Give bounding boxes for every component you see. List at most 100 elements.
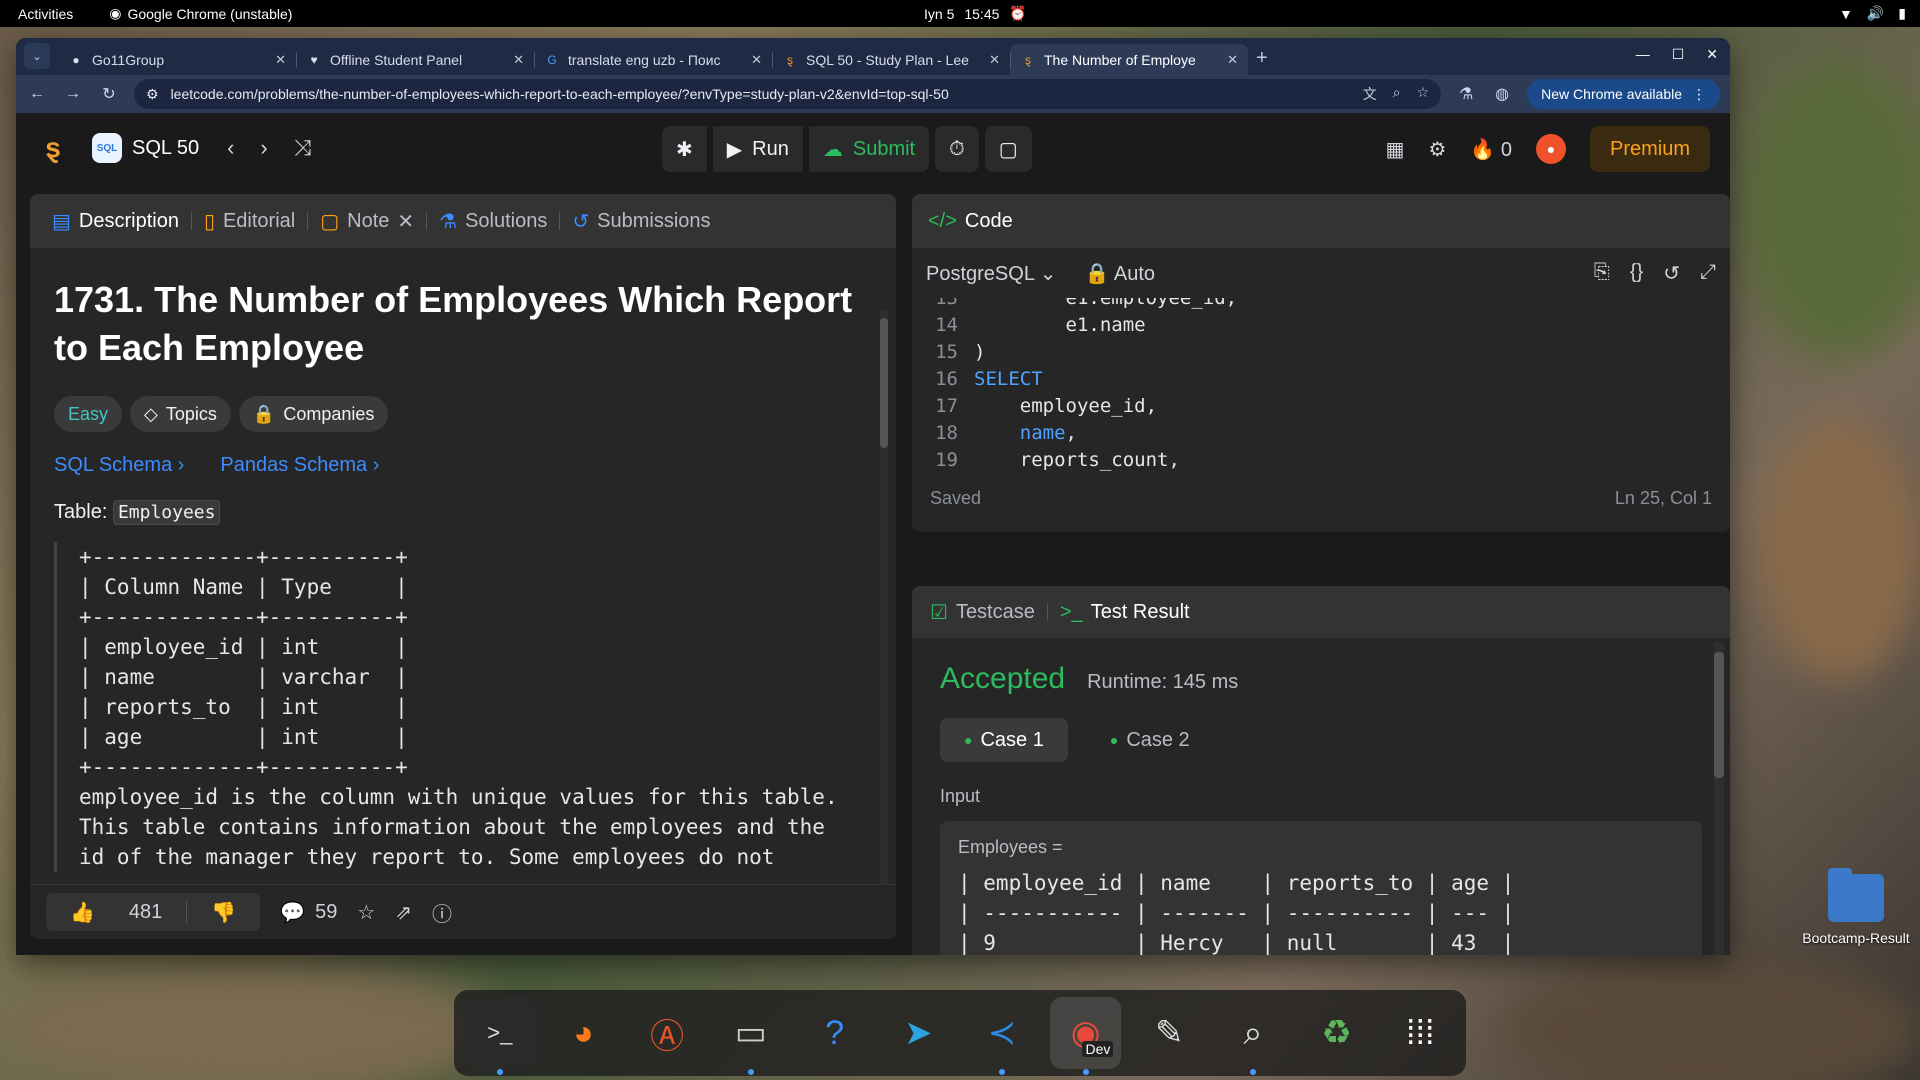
firefox-icon[interactable]: ◕	[548, 997, 620, 1069]
question-tags: Easy ◇ Topics 🔒 Companies	[54, 396, 872, 432]
format-braces-icon[interactable]: {}	[1630, 261, 1643, 286]
tab-close-icon[interactable]: ✕	[1227, 52, 1238, 68]
tab-go11group[interactable]: ● Go11Group ✕	[58, 44, 296, 75]
address-bar[interactable]: ⚙ leetcode.com/problems/the-number-of-em…	[134, 79, 1442, 109]
reload-icon[interactable]: ↻	[98, 84, 120, 104]
share-icon[interactable]: ⇗	[395, 900, 412, 925]
tab-search-button[interactable]: ⌄	[24, 43, 50, 69]
tab-submissions[interactable]: ↺ Submissions	[572, 209, 710, 234]
translate-icon[interactable]: 文	[1363, 84, 1377, 104]
activities-button[interactable]: Activities	[18, 6, 73, 22]
like-button[interactable]: 👍 481	[46, 900, 186, 925]
prev-question-icon[interactable]: ‹	[227, 135, 234, 161]
companies-button[interactable]: 🔒 Companies	[238, 396, 389, 432]
telegram-icon[interactable]: ➤	[882, 997, 954, 1069]
tab-editorial[interactable]: ▯ Editorial	[204, 209, 295, 234]
streak[interactable]: 🔥 0	[1470, 137, 1512, 162]
system-tray[interactable]: ▼ 🔊 ▮	[1839, 5, 1906, 22]
tab-close-icon[interactable]: ✕	[989, 52, 1000, 68]
site-info-icon[interactable]: ⚙	[146, 86, 159, 103]
code-text: e1.name	[974, 313, 1146, 336]
chrome-dev-icon[interactable]: ◉ Dev	[1049, 997, 1122, 1075]
help-icon[interactable]: ?	[799, 997, 871, 1069]
trash-icon[interactable]: ♻	[1301, 997, 1373, 1069]
fullscreen-icon[interactable]: ⤢	[1700, 261, 1716, 286]
pandas-schema-link[interactable]: Pandas Schema ›	[220, 454, 379, 477]
timer-button[interactable]: ⏱	[935, 126, 979, 172]
bookmark-icon[interactable]: ⎘	[1594, 261, 1610, 286]
topics-button[interactable]: ◇ Topics	[130, 396, 231, 432]
code-text: reports_count,	[974, 448, 1180, 471]
tab-testcase[interactable]: ☑ Testcase	[930, 600, 1035, 625]
avatar[interactable]: ●	[1535, 134, 1566, 164]
tab-note[interactable]: ▢ Note ✕	[320, 209, 414, 234]
close-tab-icon[interactable]: ✕	[397, 209, 414, 234]
random-question-icon[interactable]: ⤨	[294, 135, 312, 161]
profile-icon[interactable]: ◍	[1491, 84, 1513, 104]
case-1-tab[interactable]: ● Case 1	[940, 718, 1068, 762]
tab-description[interactable]: ▤ Description	[52, 209, 179, 234]
minimize-icon[interactable]: —	[1636, 46, 1650, 63]
premium-button[interactable]: Premium	[1589, 126, 1710, 172]
dislike-button[interactable]: 👎	[187, 900, 260, 925]
favorite-star-icon[interactable]: ☆	[357, 900, 375, 925]
next-question-icon[interactable]: ›	[260, 135, 267, 161]
action-bar: ✱ ▶ Run ☁ Submit ⏱ ▢	[662, 126, 1032, 172]
app-menu[interactable]: ◉ Google Chrome (unstable)	[109, 5, 292, 22]
result-scrollbar[interactable]	[1714, 642, 1724, 955]
runtime: Runtime: 145 ms	[1087, 671, 1239, 693]
debug-button[interactable]: ✱	[662, 126, 707, 172]
labs-flask-icon[interactable]: ⚗	[1455, 84, 1477, 104]
vscode-icon[interactable]: ≺	[966, 997, 1038, 1075]
bookmark-star-icon[interactable]: ☆	[1417, 84, 1430, 104]
tab-close-icon[interactable]: ✕	[513, 52, 524, 68]
desktop-folder[interactable]: Bootcamp-Result	[1796, 868, 1916, 946]
tab-close-icon[interactable]: ✕	[275, 52, 286, 68]
tab-solutions[interactable]: ⚗ Solutions	[439, 209, 547, 234]
description-scrollbar[interactable]	[880, 310, 888, 884]
close-icon[interactable]: ✕	[1706, 46, 1718, 63]
table-label: Table: Employees	[54, 500, 872, 525]
problem-list-link[interactable]: SQL SQL 50	[92, 133, 199, 163]
reset-icon[interactable]: ↺	[1663, 261, 1680, 286]
text-editor-icon[interactable]: ✎	[1133, 997, 1205, 1069]
code-editor[interactable]: 13 e1.employee_id,14 e1.name15)16SELECT1…	[912, 298, 1730, 478]
terminal-icon[interactable]: >_	[464, 997, 536, 1075]
comments-button[interactable]: 💬 59	[280, 900, 337, 925]
submit-button[interactable]: ☁ Submit	[808, 126, 930, 172]
code-line: 15)	[912, 338, 1730, 365]
run-button[interactable]: ▶ Run	[712, 126, 803, 172]
settings-gear-icon[interactable]: ⚙	[1428, 137, 1446, 162]
zoom-icon[interactable]: ⌕	[1393, 84, 1401, 104]
tab-sql50[interactable]: ȿ SQL 50 - Study Plan - Lee ✕	[772, 44, 1010, 75]
clock[interactable]: Iyn 5 15:45 ⏰	[924, 5, 1027, 22]
app-center-icon[interactable]: Ⓐ	[631, 997, 703, 1069]
layout-icon[interactable]: ▦	[1386, 137, 1405, 162]
tab-translate[interactable]: G translate eng uzb - Поис ✕	[534, 44, 772, 75]
forward-icon[interactable]: →	[62, 85, 84, 103]
files-icon[interactable]: ▭	[715, 997, 787, 1075]
tab-strip: ⌄ ● Go11Group ✕ ♥ Offline Student Panel …	[16, 38, 1730, 75]
alarm-icon: ⏰	[1009, 5, 1027, 21]
volume-icon: 🔊	[1866, 5, 1885, 21]
sql-schema-link[interactable]: SQL Schema ›	[54, 454, 184, 477]
new-chrome-available-button[interactable]: New Chrome available ⋮	[1527, 79, 1720, 109]
tab-close-icon[interactable]: ✕	[751, 52, 762, 68]
app-grid-icon[interactable]: ⁞⁞⁞	[1384, 997, 1456, 1069]
tab-offline-student-panel[interactable]: ♥ Offline Student Panel ✕	[296, 44, 534, 75]
language-select[interactable]: PostgreSQL ⌄	[926, 261, 1057, 286]
new-tab-button[interactable]: +	[1256, 47, 1268, 70]
back-icon[interactable]: ←	[26, 85, 48, 103]
leetcode-logo[interactable]: ȿ	[36, 131, 70, 165]
help-icon[interactable]: ⓘ	[432, 898, 452, 927]
tab-number-of-employees[interactable]: ȿ The Number of Employe ✕	[1010, 44, 1248, 75]
alarm-icon: ⏱	[949, 137, 965, 160]
auto-mode[interactable]: 🔒 Auto	[1085, 261, 1156, 286]
dock: >_ ◕ Ⓐ ▭ ? ➤ ≺ ◉ Dev ✎ ⌕ ♻ ⁞⁞⁞	[454, 990, 1466, 1076]
maximize-icon[interactable]: ☐	[1672, 46, 1685, 63]
tab-test-result[interactable]: >_ Test Result	[1060, 601, 1190, 624]
notes-button[interactable]: ▢	[984, 126, 1032, 172]
case-2-tab[interactable]: ● Case 2	[1086, 718, 1214, 762]
image-viewer-icon[interactable]: ⌕	[1217, 997, 1289, 1075]
heart-icon: ♥	[310, 52, 318, 67]
